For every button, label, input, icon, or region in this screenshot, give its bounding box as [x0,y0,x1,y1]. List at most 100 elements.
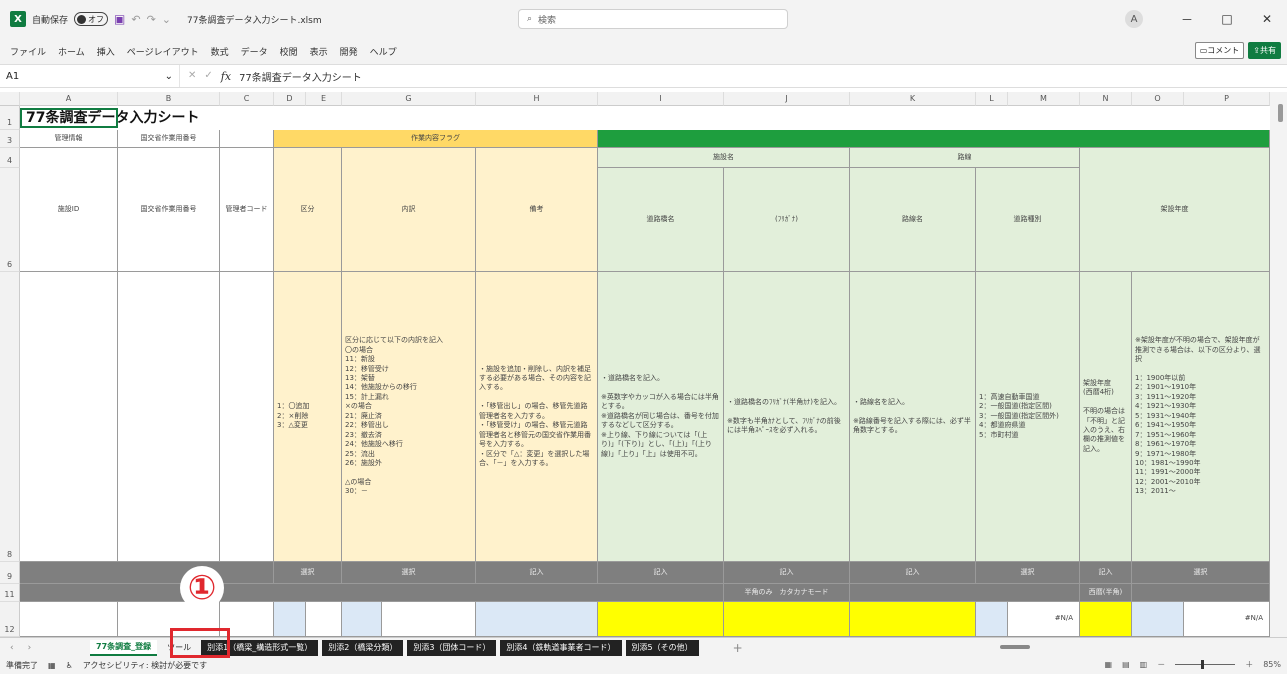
customize-qat-icon[interactable]: ⌄ [162,13,171,26]
header-doro-shubetsu[interactable]: 道路種別 [976,168,1080,272]
row-header-11[interactable]: 11 [0,584,20,602]
autosave-toggle[interactable]: オフ [74,12,109,26]
close-button[interactable]: ✕ [1247,12,1287,26]
row9-l[interactable]: 選択 [976,562,1080,584]
normal-view-icon[interactable]: ▦ [1105,660,1113,669]
col-header-c[interactable]: C [220,92,274,106]
input-g12[interactable] [382,602,476,637]
note-kasetsu-n[interactable]: 架設年度 (西暦4桁) 不明の場合は「不明」と記入のうえ、右欄の推測値を記入。 [1080,272,1132,562]
header-kokko[interactable]: 国交省作業用番号 [118,130,220,148]
vertical-scroll-thumb[interactable] [1278,104,1283,122]
header-kanrisha[interactable]: 管理者コード [220,148,274,272]
row-header-7-8[interactable]: 8 [0,272,20,562]
save-icon[interactable]: ▣ [114,12,125,26]
search-box[interactable]: ⌕ 検索 [518,9,788,29]
col-header-n[interactable]: N [1080,92,1132,106]
page-layout-view-icon[interactable]: ▤ [1122,660,1130,669]
col-header-g[interactable]: G [342,92,476,106]
note-blank-a[interactable] [20,272,118,562]
menu-insert[interactable]: 挿入 [97,45,115,58]
note-kasetsu-o[interactable]: ※架設年度が不明の場合で、架設年度が推測できる場合は、以下の区分より、選択 1：… [1132,272,1270,562]
input-h12[interactable] [476,602,598,637]
col-header-o[interactable]: O [1132,92,1184,106]
zoom-out-icon[interactable]: － [1157,659,1165,670]
row11-j[interactable]: 半角のみ カタカナモード [724,584,850,602]
row9-i[interactable]: 記入 [598,562,724,584]
cell-m12[interactable]: #N/A [1008,602,1080,637]
formula-input[interactable]: 77条調査データ入力シート [239,69,362,84]
header-kanri[interactable]: 管理情報 [20,130,118,148]
row9-j[interactable]: 記入 [724,562,850,584]
tab-betten4[interactable]: 別添4（鉄軌道事業者コード） [500,639,622,656]
row-header-4[interactable]: 4 [0,148,20,168]
note-naiyaku[interactable]: 区分に応じて以下の内訳を記入 〇の場合 11：新設 12：移管受け 13：架替 … [342,272,476,562]
row11-blank[interactable] [20,584,724,602]
accessibility-status[interactable]: アクセシビリティ: 検討が必要です [83,660,207,671]
header-kubun[interactable]: 区分 [274,148,342,272]
tab-betten3[interactable]: 別添3（団体コード） [407,639,497,656]
zoom-slider[interactable] [1175,660,1236,669]
col-header-l[interactable]: L [976,92,1008,106]
input-i12[interactable] [598,602,724,637]
worksheet-grid[interactable]: A B C D E G H I J K L M N O P 1 3 4 6 8 … [0,92,1270,637]
comment-button[interactable]: ▭ コメント [1194,42,1245,59]
zoom-in-icon[interactable]: ＋ [1245,659,1253,670]
row9-o[interactable]: 選択 [1132,562,1270,584]
add-sheet-icon[interactable]: + [733,641,743,655]
col-header-b[interactable]: B [118,92,220,106]
cancel-icon[interactable]: ✕ [188,70,196,83]
horizontal-scrollbar[interactable] [986,642,1270,652]
col-header-h[interactable]: H [476,92,598,106]
col-header-m[interactable]: M [1008,92,1080,106]
tab-betten5[interactable]: 別添5（その他） [625,639,699,656]
col-header-a[interactable]: A [20,92,118,106]
accessibility-icon[interactable]: ♿ [66,661,73,670]
share-button[interactable]: ⇪ 共有 [1248,42,1281,59]
input-e12[interactable] [306,602,342,637]
input-l12[interactable] [976,602,1008,637]
note-rosen-mei[interactable]: ・路線名を記入。 ※路線番号を記入する際には、必ず半角数字とする。 [850,272,976,562]
menu-help[interactable]: ヘルプ [370,45,397,58]
row9-d[interactable]: 選択 [274,562,342,584]
header-blank-c3[interactable] [220,130,274,148]
undo-icon[interactable]: ↶ [131,13,140,26]
col-header-p[interactable]: P [1184,92,1270,106]
header-kasetsu[interactable]: 架設年度 [1080,148,1270,272]
menu-data[interactable]: データ [241,45,268,58]
menu-file[interactable]: ファイル [10,45,46,58]
row11-blank3[interactable] [1132,584,1270,602]
header-rosen-mei[interactable]: 路線名 [850,168,976,272]
input-j12[interactable] [724,602,850,637]
row-header-9[interactable]: 9 [0,562,20,584]
col-header-k[interactable]: K [850,92,976,106]
select-all-corner[interactable] [0,92,20,106]
row11-n[interactable]: 西暦(半角) [1080,584,1132,602]
header-kokko-no[interactable]: 国交省作業用番号 [118,148,220,272]
col-header-i[interactable]: I [598,92,724,106]
note-blank-b[interactable] [118,272,220,562]
input-d12[interactable] [274,602,306,637]
cell-p12[interactable]: #N/A [1184,602,1270,637]
menu-review[interactable]: 校閲 [280,45,298,58]
row9-n[interactable]: 記入 [1080,562,1132,584]
horizontal-scroll-thumb[interactable] [1000,645,1030,649]
check-icon[interactable]: ✓ [204,70,212,83]
note-doro-shubetsu[interactable]: 1：高速自動車国道 2：一般国道(指定区間) 3：一般国道(指定区間外) 4：都… [976,272,1080,562]
menu-home[interactable]: ホーム [58,45,85,58]
header-naiyaku[interactable]: 内訳 [342,148,476,272]
row9-f[interactable]: 選択 [342,562,476,584]
zoom-slider-thumb[interactable] [1201,660,1205,669]
insert-function-icon[interactable]: fx [221,70,231,83]
zoom-level[interactable]: 85% [1263,660,1281,669]
menu-developer[interactable]: 開発 [340,45,358,58]
menu-page-layout[interactable]: ページレイアウト [127,45,199,58]
input-a12[interactable] [20,602,118,637]
file-name[interactable]: 77条調査データ入力シート.xlsm [187,13,322,26]
row-header-5-6[interactable]: 6 [0,168,20,272]
col-header-j[interactable]: J [724,92,850,106]
note-michi-mei[interactable]: ・道路橋名を記入。 ※英数字やカッコが入る場合には半角とする。 ※道路橋名が同じ… [598,272,724,562]
row-header-3[interactable]: 3 [0,130,20,148]
header-shisetsu-mei[interactable]: 施設名 [598,148,850,168]
note-kubun[interactable]: 1：〇追加 2：×削除 3：△変更 [274,272,342,562]
header-green-band[interactable] [598,130,1270,148]
